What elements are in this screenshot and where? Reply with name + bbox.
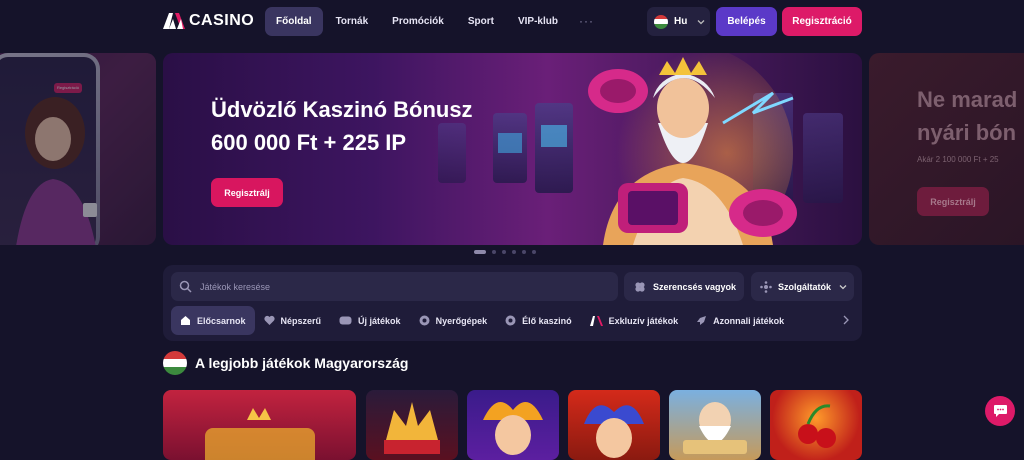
nav-sport[interactable]: Sport: [457, 7, 505, 36]
chevron-down-icon: [697, 19, 705, 24]
search-box[interactable]: [171, 272, 618, 301]
tab-lobby[interactable]: Előcsarnok: [171, 306, 255, 335]
clover-icon: [635, 281, 645, 292]
tab-label: Élő kaszinó: [522, 315, 572, 326]
main-nav: Főoldal Tornák Promóciók Sport VIP-klub …: [265, 7, 602, 36]
search-input[interactable]: [198, 280, 602, 293]
hero-banner[interactable]: Üdvözlő Kaszinó Bónusz 600 000 Ft + 225 …: [163, 53, 862, 245]
logo-text: CASINO: [189, 12, 255, 29]
hungary-flag-icon: [163, 351, 187, 375]
hero-title-line1: Üdvözlő Kaszinó Bónusz: [211, 97, 473, 122]
live-icon: [505, 315, 516, 326]
category-tabs: Előcsarnok Népszerű Új játékok Nyerőgépe…: [171, 306, 854, 335]
logo[interactable]: CASINO: [163, 12, 254, 30]
providers-label: Szolgáltatók: [778, 281, 832, 292]
providers-dropdown[interactable]: Szolgáltatók: [751, 272, 854, 301]
next-slide-title-line2: nyári bón: [917, 120, 1017, 145]
carousel-slide-next[interactable]: Ne marad nyári bón Akár 2 100 000 Ft + 2…: [869, 53, 1024, 245]
tab-label: Exkluzív játékok: [608, 315, 679, 326]
tab-slots[interactable]: Nyerőgépek: [410, 306, 497, 335]
home-icon: [181, 316, 190, 325]
carousel-dot[interactable]: [532, 250, 536, 254]
next-slide-subtitle: Akár 2 100 000 Ft + 25: [917, 155, 999, 164]
next-slide-title-line1: Ne marad: [917, 87, 1018, 112]
providers-icon: [760, 280, 772, 293]
tab-label: Nyerőgépek: [435, 315, 488, 326]
hungary-flag-icon: [654, 14, 668, 29]
tab-exclusive-games[interactable]: Exkluzív játékok: [581, 306, 688, 335]
section-title: A legjobb játékok Magyarország: [195, 355, 409, 371]
exclusive-icon: [589, 315, 603, 326]
login-button[interactable]: Belépés: [716, 7, 777, 36]
lucky-button[interactable]: Szerencsés vagyok: [624, 272, 744, 301]
chat-button[interactable]: [985, 396, 1015, 426]
hero-title: Üdvözlő Kaszinó Bónusz 600 000 Ft + 225 …: [211, 93, 473, 159]
language-label: Hu: [674, 16, 688, 27]
tab-label: Új játékok: [358, 315, 401, 326]
nav-home[interactable]: Főoldal: [265, 7, 323, 36]
top-bar: CASINO Főoldal Tornák Promóciók Sport VI…: [0, 0, 1024, 44]
chat-icon: [993, 405, 1007, 417]
heart-icon: [263, 315, 275, 325]
carousel-dot[interactable]: [512, 250, 516, 254]
tab-label: Népszerű: [280, 315, 322, 326]
chevron-right-icon[interactable]: [842, 315, 850, 325]
games-filter-panel: Szerencsés vagyok Szolgáltatók Előcsarno…: [163, 265, 862, 341]
rocket-icon: [697, 316, 707, 325]
hero-title-line2: 600 000 Ft + 225 IP: [211, 130, 407, 155]
nav-tournaments[interactable]: Tornák: [325, 7, 380, 36]
carousel-dot[interactable]: [492, 250, 496, 254]
carousel-dots: [474, 250, 536, 254]
hero-register-button[interactable]: Regisztrálj: [211, 178, 283, 207]
lucky-label: Szerencsés vagyok: [653, 281, 737, 292]
nav-vip[interactable]: VIP-klub: [507, 7, 569, 36]
carousel-dot[interactable]: [502, 250, 506, 254]
slots-icon: [419, 315, 430, 326]
new-icon: [339, 316, 352, 325]
chevron-down-icon: [839, 284, 847, 289]
next-slide-title: Ne marad nyári bón: [917, 83, 1017, 149]
tab-instant-games[interactable]: Azonnali játékok: [687, 306, 793, 335]
carousel-dot[interactable]: [522, 250, 526, 254]
nav-promotions[interactable]: Promóciók: [381, 7, 455, 36]
nav-more-icon[interactable]: ···: [571, 7, 602, 36]
tab-new-games[interactable]: Új játékok: [330, 306, 410, 335]
tab-popular[interactable]: Népszerű: [255, 306, 331, 335]
next-slide-register-button[interactable]: Regisztrálj: [917, 187, 989, 216]
search-icon: [179, 280, 192, 293]
section-header: A legjobb játékok Magyarország: [163, 351, 408, 375]
tab-live-casino[interactable]: Élő kaszinó: [496, 306, 581, 335]
register-button[interactable]: Regisztráció: [782, 7, 862, 36]
tab-label: Előcsarnok: [197, 315, 246, 326]
tab-label: Azonnali játékok: [713, 315, 785, 326]
carousel-dot[interactable]: [474, 250, 486, 254]
language-selector[interactable]: Hu: [647, 7, 710, 36]
carousel-slide-previous[interactable]: Regisztráció: [0, 53, 156, 245]
logo-mark-icon: [163, 13, 185, 29]
